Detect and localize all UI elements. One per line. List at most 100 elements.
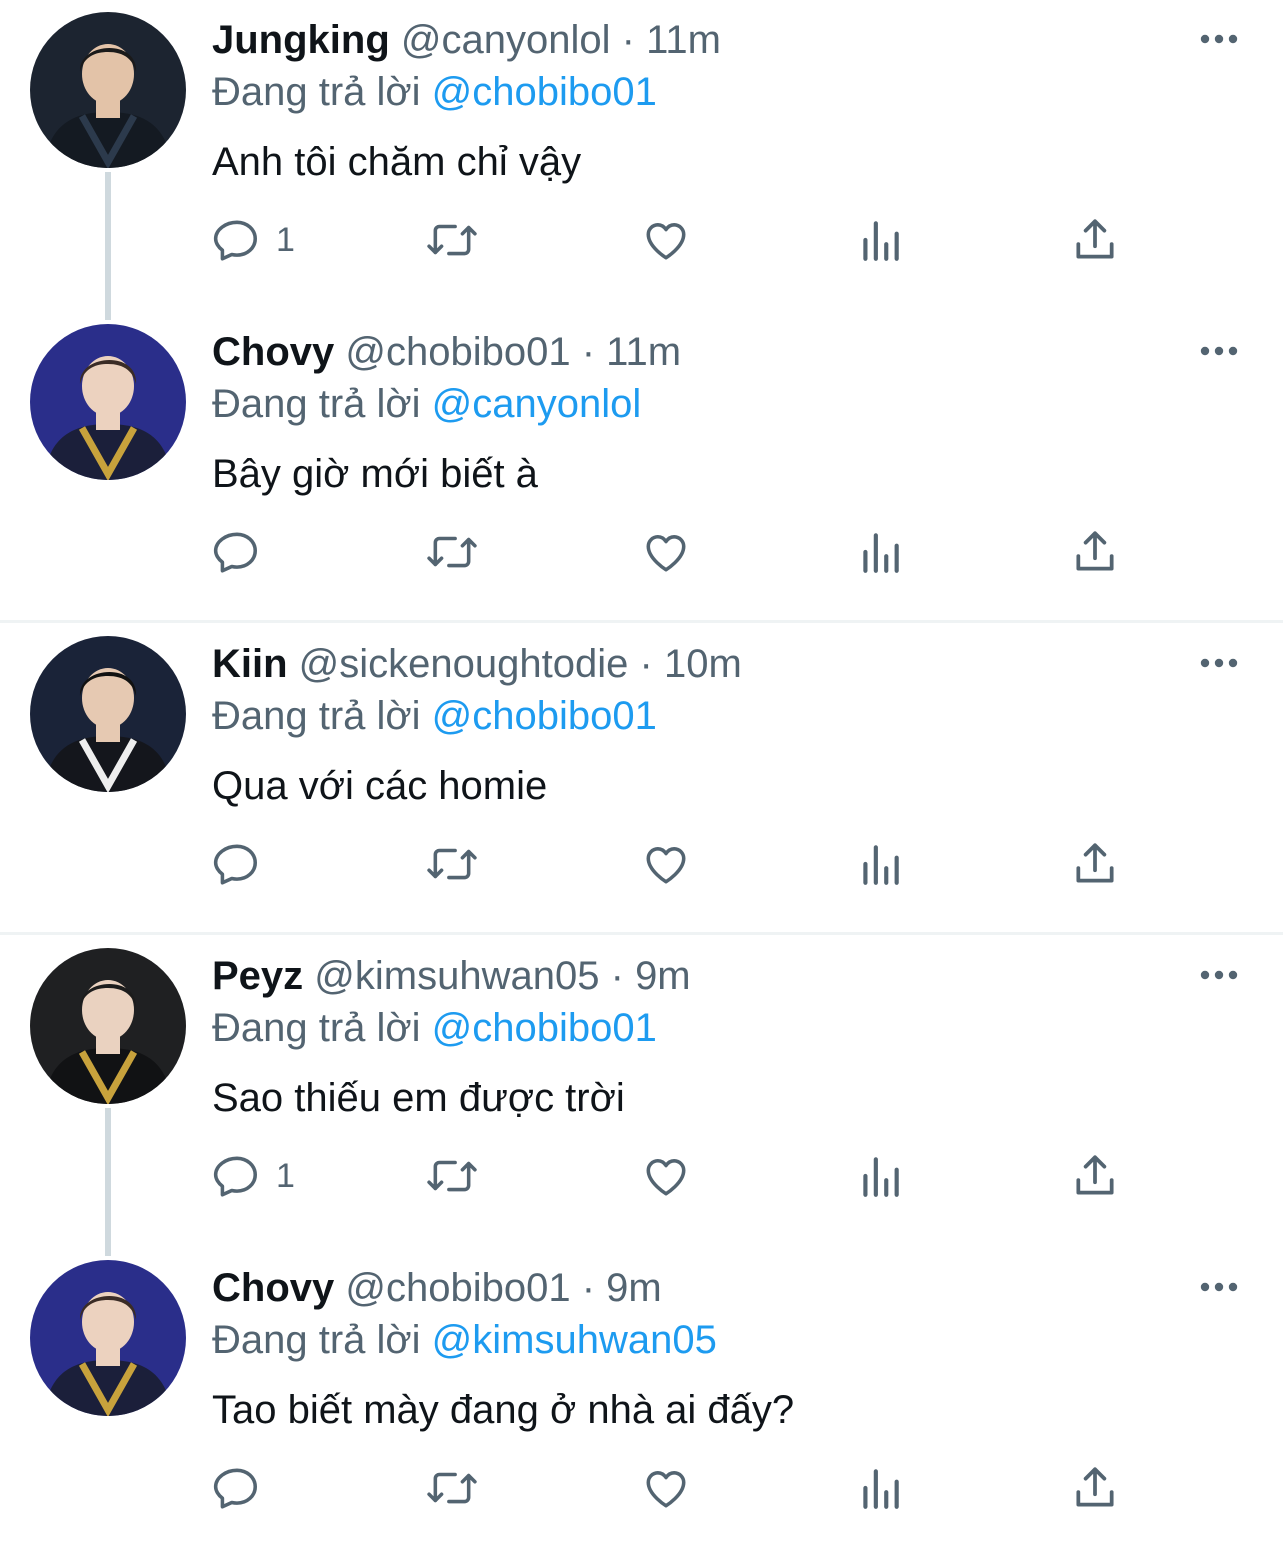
avatar[interactable] [30,948,186,1104]
share-icon [1072,1463,1118,1513]
retweet-icon [424,839,480,889]
tweet-actions [212,834,1132,894]
reply-icon [212,1463,262,1513]
timestamp[interactable]: 11m [606,330,681,374]
timestamp[interactable]: 11m [646,18,721,62]
reply-mention[interactable]: @chobibo01 [432,1006,657,1050]
separator-dot: · [581,1266,596,1310]
timestamp[interactable]: 10m [664,642,742,686]
share-icon [1072,527,1118,577]
reply-icon [212,839,262,889]
tweet-actions [212,1458,1132,1518]
more-icon[interactable] [1199,960,1239,990]
thread-line [105,1108,111,1256]
replying-to: Đang trả lời @canyonlol [212,378,1223,430]
retweet-button[interactable] [424,522,480,582]
tweet[interactable]: Chovy @chobibo01 · 11m Đang trả lời @can… [0,312,1283,624]
reply-button[interactable]: 1 [212,210,295,270]
tweet-header: Chovy @chobibo01 · 9m [212,1262,1223,1314]
like-icon [640,839,692,889]
reply-mention[interactable]: @chobibo01 [432,694,657,738]
reply-count: 1 [276,1156,295,1195]
replying-to-label: Đang trả lời [212,382,421,426]
share-button[interactable] [1072,1458,1118,1518]
share-button[interactable] [1072,210,1118,270]
display-name[interactable]: Chovy [212,1266,334,1310]
reply-button[interactable]: 1 [212,1146,295,1206]
more-icon[interactable] [1199,24,1239,54]
like-button[interactable] [640,210,692,270]
retweet-button[interactable] [424,1458,480,1518]
tweet-content: Chovy @chobibo01 · 11m Đang trả lời @can… [212,326,1223,500]
user-handle[interactable]: @canyonlol [401,18,611,62]
retweet-button[interactable] [424,210,480,270]
avatar[interactable] [30,12,186,168]
tweet-actions [212,522,1132,582]
views-button[interactable] [858,1458,902,1518]
tweet-text: Bây giờ mới biết à [212,452,538,496]
views-button[interactable] [858,522,902,582]
share-button[interactable] [1072,834,1118,894]
share-icon [1072,1151,1118,1201]
like-icon [640,215,692,265]
tweet[interactable]: Chovy @chobibo01 · 9m Đang trả lời @kims… [0,1248,1283,1560]
views-icon [858,1463,902,1513]
replying-to-label: Đang trả lời [212,1006,421,1050]
like-button[interactable] [640,834,692,894]
separator-dot: · [581,330,596,374]
replying-to-label: Đang trả lời [212,1318,421,1362]
timestamp[interactable]: 9m [635,954,691,998]
share-button[interactable] [1072,1146,1118,1206]
views-button[interactable] [858,210,902,270]
separator-dot: · [610,954,624,998]
tweet-actions: 1 [212,210,1132,270]
timestamp[interactable]: 9m [606,1266,662,1310]
replying-to-label: Đang trả lời [212,70,421,114]
tweet[interactable]: Kiin @sickenoughtodie · 10m Đang trả lời… [0,624,1283,936]
avatar[interactable] [30,636,186,792]
separator-dot: · [639,642,653,686]
retweet-icon [424,1463,480,1513]
display-name[interactable]: Jungking [212,18,390,62]
like-button[interactable] [640,1458,692,1518]
replying-to: Đang trả lời @kimsuhwan05 [212,1314,1223,1366]
display-name[interactable]: Chovy [212,330,334,374]
reply-icon [212,215,262,265]
user-handle[interactable]: @chobibo01 [345,1266,570,1310]
share-icon [1072,215,1118,265]
reply-icon [212,1151,262,1201]
like-button[interactable] [640,1146,692,1206]
views-button[interactable] [858,834,902,894]
avatar[interactable] [30,1260,186,1416]
views-button[interactable] [858,1146,902,1206]
user-handle[interactable]: @chobibo01 [345,330,570,374]
more-icon[interactable] [1199,648,1239,678]
reply-mention[interactable]: @kimsuhwan05 [432,1318,717,1362]
tweet[interactable]: Peyz @kimsuhwan05 · 9m Đang trả lời @cho… [0,936,1283,1248]
like-button[interactable] [640,522,692,582]
thread-line [105,172,111,320]
tweet-text: Anh tôi chăm chỉ vậy [212,140,582,184]
display-name[interactable]: Kiin [212,642,288,686]
like-icon [640,1463,692,1513]
avatar[interactable] [30,324,186,480]
display-name[interactable]: Peyz [212,954,303,998]
retweet-button[interactable] [424,834,480,894]
retweet-icon [424,527,480,577]
replying-to-label: Đang trả lời [212,694,421,738]
share-button[interactable] [1072,522,1118,582]
reply-button[interactable] [212,834,276,894]
tweet-actions: 1 [212,1146,1132,1206]
more-icon[interactable] [1199,336,1239,366]
retweet-button[interactable] [424,1146,480,1206]
user-handle[interactable]: @kimsuhwan05 [314,954,599,998]
reply-button[interactable] [212,522,276,582]
user-handle[interactable]: @sickenoughtodie [299,642,629,686]
tweet[interactable]: Jungking @canyonlol · 11m Đang trả lời @… [0,0,1283,312]
reply-button[interactable] [212,1458,276,1518]
share-icon [1072,839,1118,889]
reply-mention[interactable]: @chobibo01 [432,70,657,114]
replying-to: Đang trả lời @chobibo01 [212,1002,1223,1054]
more-icon[interactable] [1199,1272,1239,1302]
reply-mention[interactable]: @canyonlol [432,382,642,426]
